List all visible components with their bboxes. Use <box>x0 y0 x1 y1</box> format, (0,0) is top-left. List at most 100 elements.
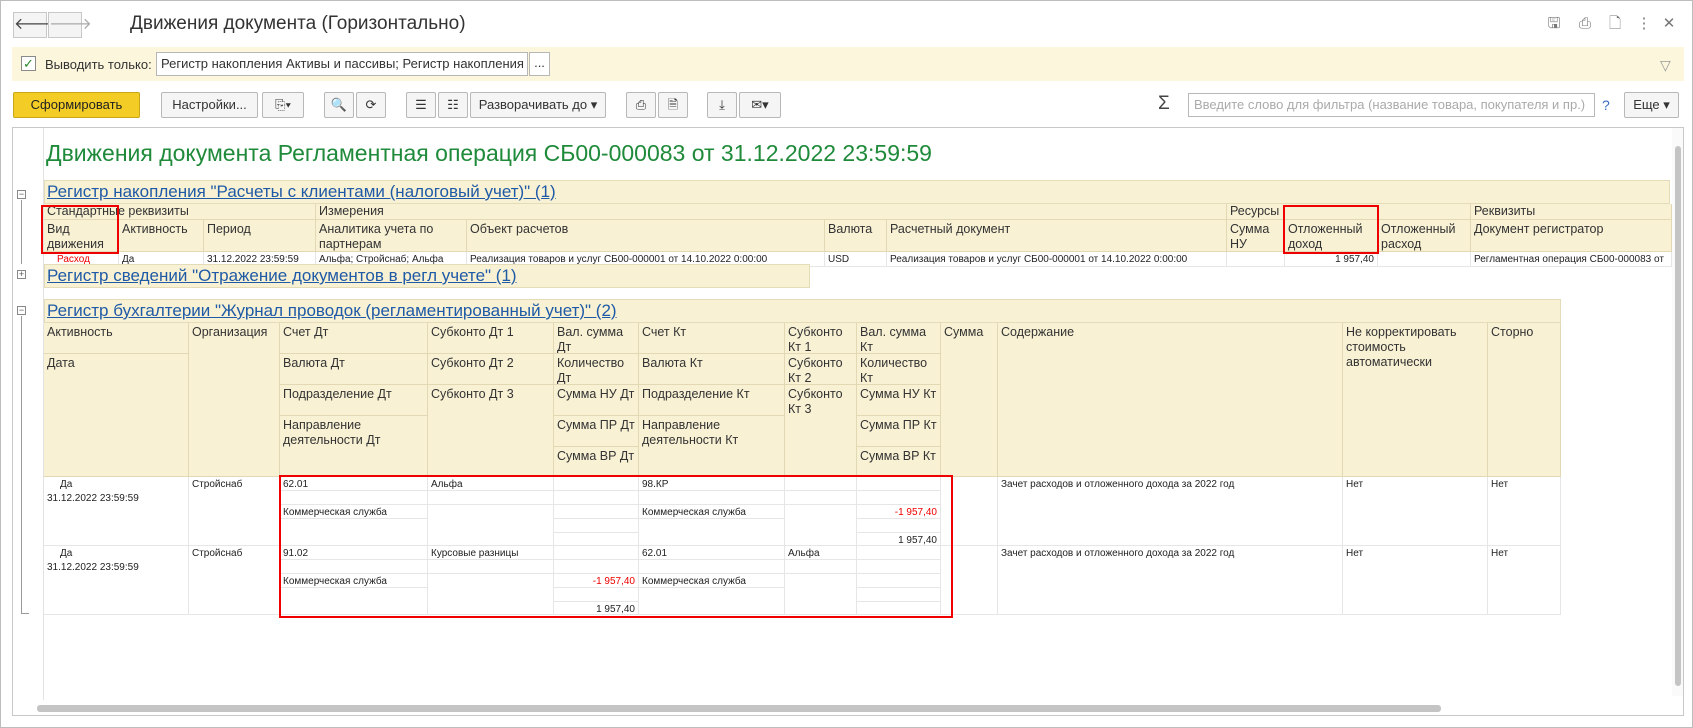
cell-sum-nu <box>1227 252 1285 267</box>
filter-checkbox[interactable]: ✓ <box>21 56 36 71</box>
expand-icon: ☷ <box>447 97 459 112</box>
col-currency: Валюта <box>825 220 887 252</box>
cell-cur-kt <box>639 560 785 574</box>
cell-sub-kt1 <box>785 477 857 491</box>
filter-more-button[interactable]: ... <box>529 52 550 76</box>
group-bracket <box>21 316 22 614</box>
horizontal-scrollbar[interactable] <box>13 702 1671 714</box>
hdr-date: Дата <box>44 354 189 477</box>
generate-button[interactable]: Сформировать <box>13 92 140 118</box>
title-bar: 🡐 🡒 Движения документа (Горизонтально) 🖫… <box>1 1 1692 47</box>
print-icon[interactable]: ⎙ <box>1576 15 1594 33</box>
vertical-scrollbar[interactable] <box>1672 128 1683 696</box>
cell-qty-dt <box>554 491 639 505</box>
expand-section-icon[interactable]: + <box>17 270 26 279</box>
section2-title[interactable]: Регистр сведений "Отражение документов в… <box>47 266 517 286</box>
search-icon: 🔍 <box>330 97 348 112</box>
report-grid: Движения документа Регламентная операция… <box>13 128 1672 700</box>
cell-cur-dt <box>280 560 428 574</box>
cell-sub-dt1: Альфа <box>428 477 554 491</box>
horizontal-scroll-thumb[interactable] <box>37 705 1441 712</box>
download-icon: ⤓ <box>719 97 725 112</box>
cell-vr-kt <box>857 602 941 615</box>
hdr-sub-dt2: Субконто Дт 2 <box>428 354 554 385</box>
find-next-button[interactable]: ⟳ <box>356 92 386 118</box>
arrow-right-icon: 🡒 <box>49 16 92 33</box>
preview-icon[interactable]: 🗋 <box>1606 15 1624 33</box>
collapse-button[interactable]: ☰ <box>406 92 436 118</box>
cell-sub-dt3 <box>428 574 554 615</box>
hdr-nu-dt: Сумма НУ Дт <box>554 385 639 416</box>
report-area[interactable]: Движения документа Регламентная операция… <box>12 127 1684 716</box>
col-settlement-doc: Расчетный документ <box>887 220 1227 252</box>
save-icon[interactable]: 🖫 <box>1545 15 1563 33</box>
cell-dep-kt: Коммерческая служба <box>639 574 785 588</box>
help-icon[interactable]: ? <box>1602 97 1610 113</box>
expand-button[interactable]: ☷ <box>438 92 468 118</box>
col-sum-nu: Сумма НУ <box>1227 220 1285 252</box>
cell-cur-dt <box>280 491 428 505</box>
cell-nu-dt: -1 957,40 <box>554 574 639 588</box>
variants-dropdown[interactable]: ⎘▾ <box>262 92 304 118</box>
cell-content: Зачет расходов и отложенного дохода за 2… <box>998 477 1343 546</box>
section3-title[interactable]: Регистр бухгалтерии "Журнал проводок (ре… <box>47 301 617 321</box>
more-button[interactable]: Еще ▾ <box>1624 92 1679 118</box>
mail-dropdown[interactable]: ✉▾ <box>739 92 781 118</box>
section1-title[interactable]: Регистр накопления "Расчеты с клиентами … <box>47 182 556 202</box>
sigma-icon[interactable]: Σ <box>1158 93 1170 115</box>
expand-to-dropdown[interactable]: Разворачивать до ▾ <box>470 92 606 118</box>
vertical-scroll-thumb[interactable] <box>1675 146 1681 686</box>
cell-sub-dt2 <box>428 491 554 505</box>
collapse-section-icon[interactable]: − <box>17 190 26 199</box>
hdr-dep-dt: Подразделение Дт <box>280 385 428 416</box>
hdr-qty-kt: Количество Кт <box>857 354 941 385</box>
report-title: Движения документа Регламентная операция… <box>46 140 932 166</box>
cell-no-adjust: Нет <box>1343 477 1488 546</box>
hdr-dir-kt: Направление деятельности Кт <box>639 416 785 477</box>
find-button[interactable]: 🔍 <box>324 92 354 118</box>
cell-sum <box>941 477 998 546</box>
cell-nu-kt <box>857 574 941 588</box>
hdr-sum: Сумма <box>941 323 998 477</box>
close-icon[interactable]: ✕ <box>1660 15 1678 33</box>
copy-icon: ⎘▾ <box>275 97 291 112</box>
settings-button[interactable]: Настройки... <box>161 92 258 118</box>
cell-vr-dt <box>554 533 639 546</box>
hdr-vr-kt: Сумма ВР Кт <box>857 447 941 477</box>
cell-acc-dt: 91.02 <box>280 546 428 560</box>
download-button[interactable]: ⤓ <box>707 92 737 118</box>
hdr-dir-dt: Направление деятельности Дт <box>280 416 428 477</box>
search-input[interactable]: Введите слово для фильтра (название това… <box>1188 93 1595 117</box>
hdr-sub-kt3: Субконто Кт 3 <box>785 385 857 477</box>
hdr-pr-kt: Сумма ПР Кт <box>857 416 941 447</box>
cell-sub-dt2 <box>428 560 554 574</box>
print-button[interactable]: ⎙ <box>626 92 656 118</box>
hdr-vsum-kt: Вал. сумма Кт <box>857 323 941 354</box>
expand-to-label: Разворачивать до <box>478 97 588 112</box>
back-button[interactable]: 🡐 <box>13 12 57 38</box>
cell-dep-dt: Коммерческая служба <box>280 505 428 519</box>
cell-qty-kt <box>857 491 941 505</box>
col-deferred-expense: Отложенный расход <box>1378 220 1471 252</box>
hdr-cur-dt: Валюта Дт <box>280 354 428 385</box>
funnel-icon[interactable]: ▽ <box>1660 57 1671 74</box>
preview-button[interactable]: 🗎 <box>658 92 688 118</box>
cell-acc-kt: 62.01 <box>639 546 785 560</box>
cell-vsum-dt <box>554 477 639 491</box>
forward-button[interactable]: 🡒 <box>48 12 92 38</box>
more-vertical-icon[interactable]: ⋮ <box>1635 15 1653 33</box>
hdr-org: Организация <box>189 323 280 477</box>
cell-org: Стройснаб <box>189 546 280 615</box>
cell-sub-kt1: Альфа <box>785 546 857 560</box>
cell-storno: Нет <box>1488 546 1561 615</box>
cell-sub-kt3 <box>785 505 857 546</box>
cell-date: 31.12.2022 23:59:59 <box>44 491 189 546</box>
hdr-sub-dt1: Субконто Дт 1 <box>428 323 554 354</box>
collapse-section-icon[interactable]: − <box>17 306 26 315</box>
group-standard: Стандартные реквизиты <box>44 204 316 220</box>
cell-deferred-expense <box>1378 252 1471 267</box>
filter-value-field[interactable]: Регистр накопления Активы и пассивы; Рег… <box>156 52 528 76</box>
cell-nu-kt: -1 957,40 <box>857 505 941 519</box>
hdr-vr-dt: Сумма ВР Дт <box>554 447 639 477</box>
cell-pr-kt <box>857 519 941 533</box>
